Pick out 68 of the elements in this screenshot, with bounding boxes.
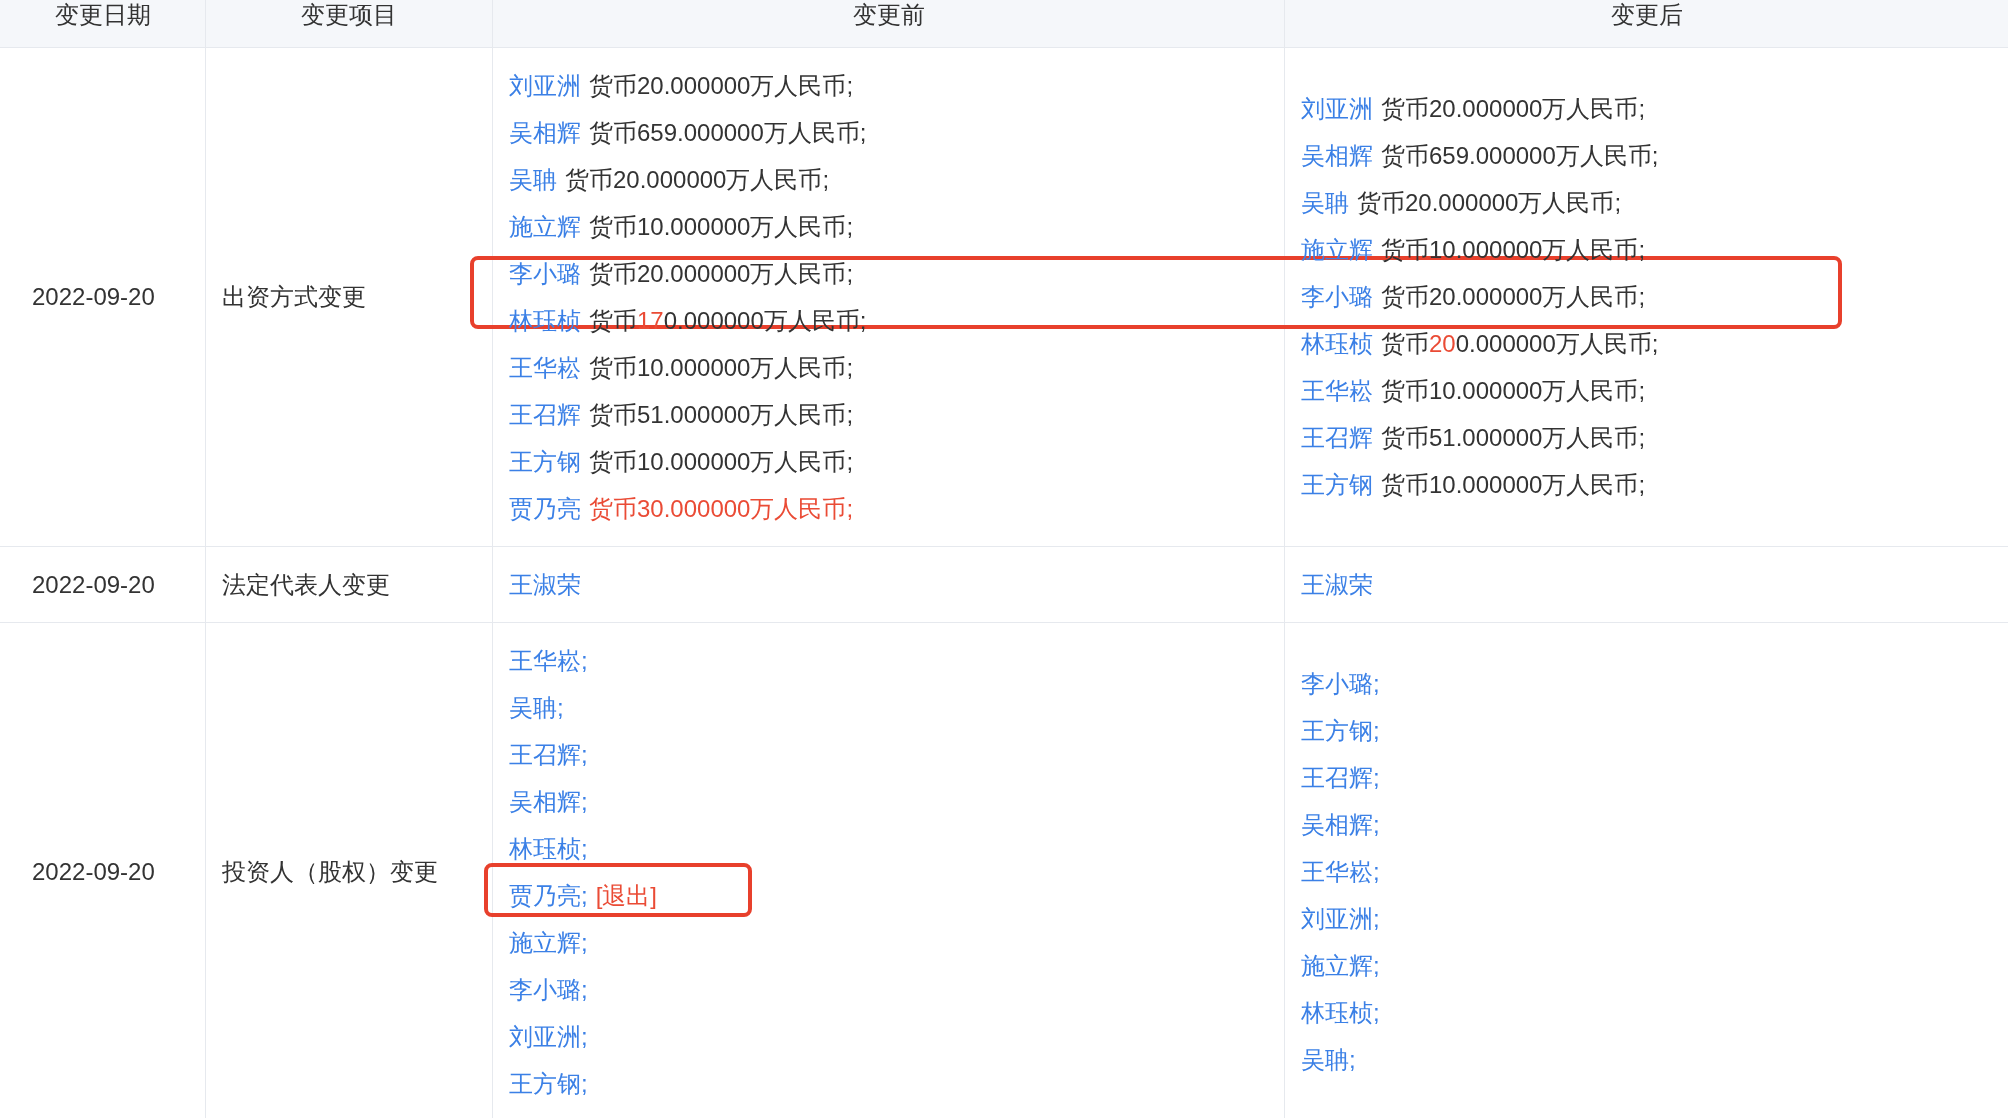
column-header: 变更项目 (205, 0, 492, 48)
shareholder-link[interactable]: 刘亚洲 (1301, 93, 1373, 125)
shareholder-link[interactable]: 王华崧; (509, 644, 588, 677)
column-header: 变更日期 (0, 0, 205, 48)
shareholder-link[interactable]: 贾乃亮; (509, 879, 588, 912)
shareholder-link[interactable]: 王方钢; (509, 1067, 588, 1100)
capital-amount: 货币20.000000万人民币; (589, 70, 854, 101)
capital-amount: 货币659.000000万人民币; (589, 117, 867, 148)
shareholder-link[interactable]: 王方钢 (1301, 469, 1373, 501)
capital-amount: 货币51.000000万人民币; (1381, 423, 1646, 453)
change-date: 2022-09-20 (32, 283, 156, 311)
shareholder-link[interactable]: 王华崧 (509, 351, 581, 384)
change-date: 2022-09-20 (32, 858, 156, 886)
shareholder-link[interactable]: 王召辉 (509, 398, 581, 431)
shareholder-link[interactable]: 吴聃 (1301, 187, 1349, 219)
capital-amount: 货币200.000000万人民币; (1381, 329, 1659, 359)
shareholder-link[interactable]: 刘亚洲 (509, 69, 581, 102)
shareholder-link[interactable]: 林珏桢; (1301, 997, 1380, 1029)
shareholder-link[interactable]: 施立辉; (509, 926, 588, 959)
shareholder-link[interactable]: 王召辉 (1301, 422, 1373, 454)
shareholder-link[interactable]: 施立辉 (509, 210, 581, 243)
change-date: 2022-09-20 (32, 570, 156, 599)
shareholder-link[interactable]: 吴相辉; (509, 785, 588, 818)
capital-amount: 货币20.000000万人民币; (1381, 282, 1646, 312)
shareholder-link[interactable]: 王华崧 (1301, 375, 1373, 407)
column-header: 变更前 (492, 0, 1284, 48)
change-item: 法定代表人变更 (222, 569, 391, 600)
shareholder-link[interactable]: 王华崧; (1301, 856, 1380, 888)
shareholder-link[interactable]: 刘亚洲; (509, 1020, 588, 1053)
shareholder-link[interactable]: 李小璐 (509, 257, 581, 290)
capital-amount: 货币10.000000万人民币; (589, 446, 854, 477)
shareholder-link[interactable]: 贾乃亮 (509, 492, 581, 525)
shareholder-link[interactable]: 林珏桢 (1301, 328, 1373, 360)
shareholder-link[interactable]: 王方钢; (1301, 715, 1380, 747)
capital-amount: 货币659.000000万人民币; (1381, 141, 1659, 171)
shareholder-link[interactable]: 施立辉 (1301, 234, 1373, 266)
capital-amount: 货币10.000000万人民币; (1381, 470, 1646, 500)
shareholder-link[interactable]: 吴相辉 (1301, 140, 1373, 172)
change-item: 出资方式变更 (222, 282, 367, 312)
shareholder-link[interactable]: 吴聃 (509, 163, 557, 196)
shareholder-link[interactable]: 吴聃; (1301, 1044, 1356, 1076)
capital-amount: 货币20.000000万人民币; (1357, 188, 1622, 218)
shareholder-link[interactable]: 林珏桢; (509, 832, 588, 865)
capital-amount: 货币30.000000万人民币; (589, 493, 854, 524)
shareholder-link[interactable]: 李小璐; (1301, 668, 1380, 700)
capital-amount: 货币10.000000万人民币; (1381, 235, 1646, 265)
capital-amount: 货币20.000000万人民币; (565, 164, 830, 195)
shareholder-link[interactable]: 王召辉; (509, 738, 588, 771)
shareholder-link[interactable]: 王淑荣 (1301, 568, 1373, 601)
shareholder-link[interactable]: 吴相辉; (1301, 809, 1380, 841)
shareholder-link[interactable]: 王召辉; (1301, 762, 1380, 794)
shareholder-link[interactable]: 王方钢 (509, 445, 581, 478)
change-item: 投资人（股权）变更 (222, 857, 439, 887)
capital-amount: 货币20.000000万人民币; (589, 258, 854, 289)
capital-amount: 货币10.000000万人民币; (589, 352, 854, 383)
shareholder-link[interactable]: 施立辉; (1301, 950, 1380, 982)
column-header: 变更后 (1284, 0, 2008, 48)
capital-amount: 货币10.000000万人民币; (589, 211, 854, 242)
shareholder-link[interactable]: 吴聃; (509, 691, 564, 724)
shareholder-link[interactable]: 吴相辉 (509, 116, 581, 149)
shareholder-link[interactable]: 刘亚洲; (1301, 903, 1380, 935)
capital-amount: 货币51.000000万人民币; (589, 399, 854, 430)
shareholder-link[interactable]: 李小璐; (509, 973, 588, 1006)
shareholder-link[interactable]: 王淑荣 (509, 568, 581, 601)
exit-tag: [退出] (595, 879, 657, 912)
capital-amount: 货币20.000000万人民币; (1381, 94, 1646, 124)
shareholder-link[interactable]: 李小璐 (1301, 281, 1373, 313)
capital-amount: 货币10.000000万人民币; (1381, 376, 1646, 406)
